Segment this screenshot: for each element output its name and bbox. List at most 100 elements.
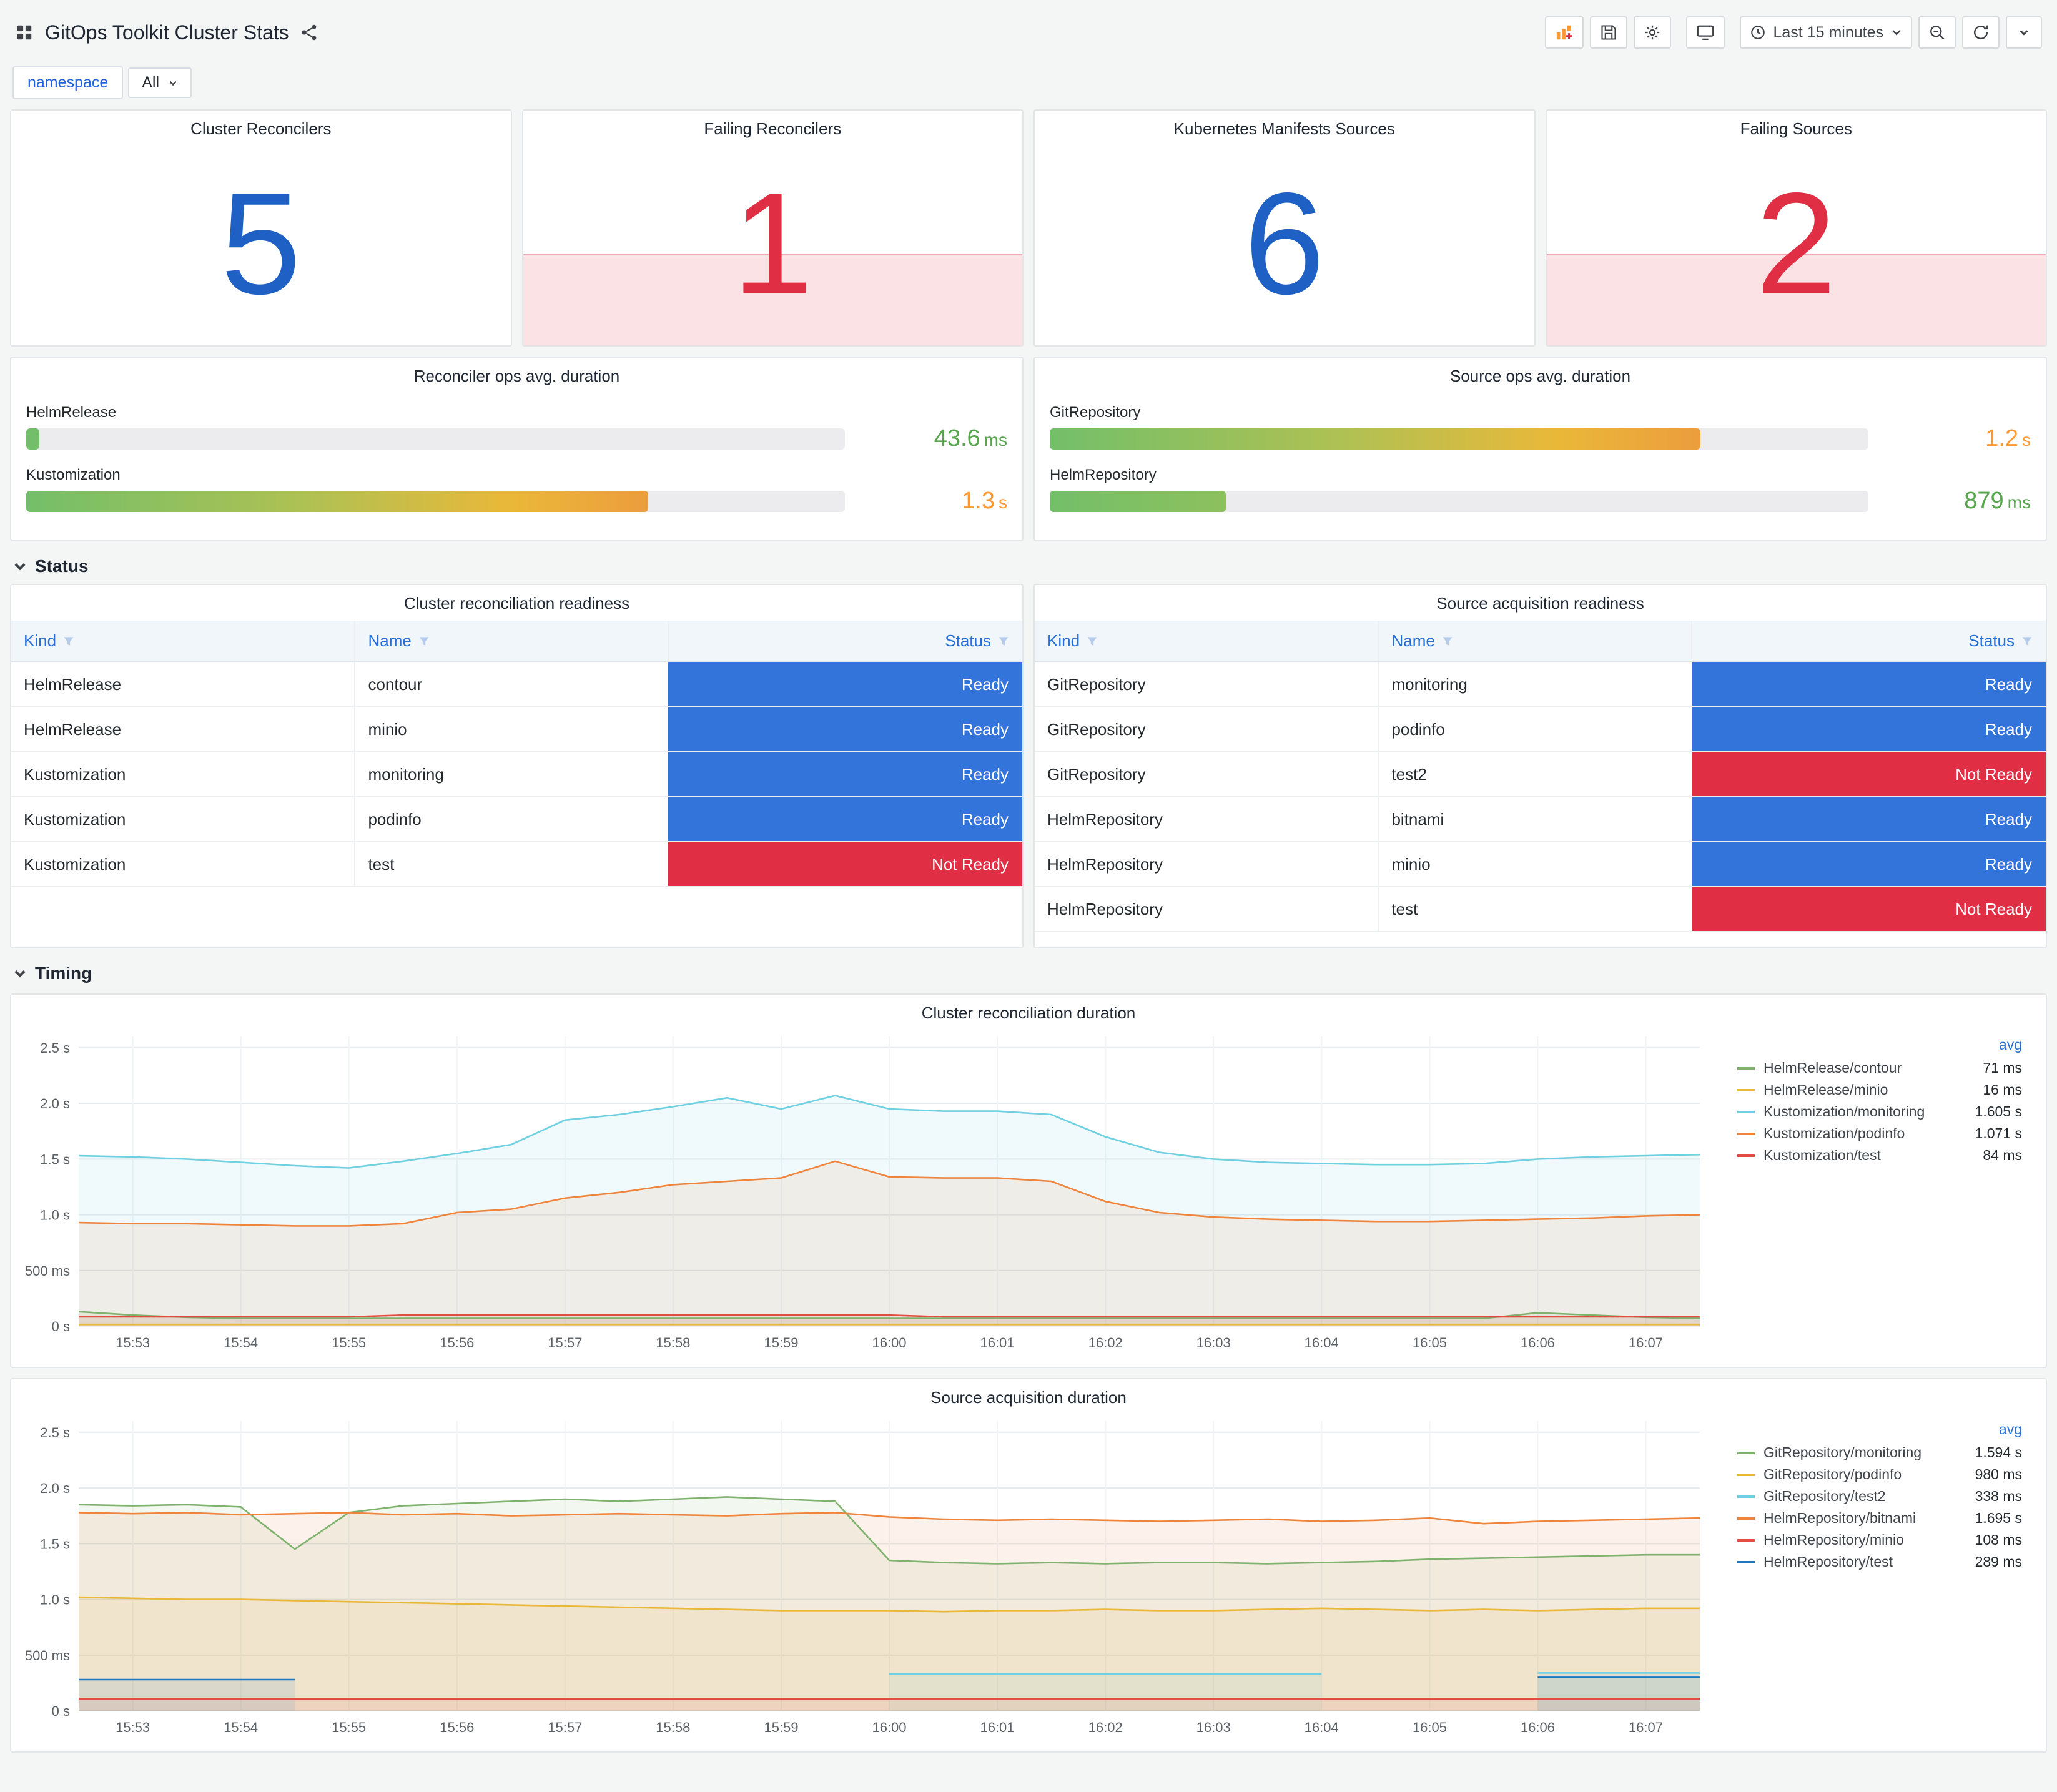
- caret-down-icon: [1891, 27, 1902, 38]
- series-name: HelmRelease/contour: [1763, 1060, 1902, 1076]
- legend-item[interactable]: GitRepository/test2 338 ms: [1737, 1485, 2022, 1507]
- cell-kind: HelmRelease: [11, 662, 355, 707]
- status-badge: Ready: [668, 707, 1022, 751]
- gauge-bar-label: Kustomization: [26, 466, 121, 483]
- column-header-status[interactable]: Status: [1691, 621, 2046, 662]
- svg-text:15:58: 15:58: [656, 1720, 690, 1735]
- gauge-bar-value: 879 ms: [1964, 488, 2031, 514]
- panel-title[interactable]: Cluster reconciliation duration: [11, 995, 2046, 1026]
- panel-title[interactable]: Cluster Reconcilers: [11, 111, 511, 142]
- filter-icon: [1443, 637, 1453, 646]
- readiness-table: Kind Name Status HelmRelease contour Rea…: [11, 621, 1022, 887]
- column-header-status[interactable]: Status: [668, 621, 1022, 662]
- gauge-bar: HelmRepository 879 ms: [1050, 466, 2031, 514]
- cell-name: minio: [354, 707, 669, 752]
- stat-value: 1: [732, 162, 813, 325]
- add-panel-icon: [1555, 23, 1574, 42]
- add-panel-button[interactable]: [1544, 16, 1584, 49]
- chart-legend: avg HelmRelease/contour 71 ms HelmReleas…: [1717, 1026, 2032, 1364]
- panel-title[interactable]: Source acquisition readiness: [1035, 585, 2046, 617]
- panel-title[interactable]: Reconciler ops avg. duration: [11, 358, 1022, 390]
- series-color-swatch: [1737, 1451, 1755, 1454]
- zoom-out-button[interactable]: [1918, 16, 1956, 49]
- panel-title[interactable]: Source ops avg. duration: [1035, 358, 2046, 390]
- cell-status: Ready: [1692, 797, 2046, 842]
- column-header-name[interactable]: Name: [1378, 621, 1692, 662]
- time-series-plot[interactable]: 0 s 500 ms 1.0 s 1.5 s 2.0 s 2.5 s 15:53 15:54 1…: [19, 1026, 1717, 1354]
- section-status[interactable]: Status: [12, 556, 2045, 576]
- series-avg-value: 16 ms: [1983, 1081, 2022, 1098]
- share-icon[interactable]: [300, 24, 318, 41]
- column-header-kind[interactable]: Kind: [1035, 621, 1379, 662]
- legend-item[interactable]: Kustomization/monitoring 1.605 s: [1737, 1101, 2022, 1123]
- series-color-swatch: [1737, 1132, 1755, 1135]
- gauge-bar-fill: [1050, 428, 1701, 450]
- series-avg-value: 108 ms: [1975, 1532, 2022, 1548]
- column-header-kind[interactable]: Kind: [11, 621, 355, 662]
- series-color-swatch: [1737, 1154, 1755, 1157]
- column-header-name[interactable]: Name: [354, 621, 669, 662]
- refresh-interval-button[interactable]: [2006, 16, 2042, 49]
- time-picker-button[interactable]: Last 15 minutes: [1739, 16, 1912, 49]
- namespace-select[interactable]: All: [128, 67, 192, 98]
- gauge-bar-fill: [1050, 490, 1226, 512]
- stat-panel: Failing Sources 2: [1545, 109, 2047, 347]
- cell-kind: Kustomization: [11, 842, 355, 887]
- caret-down-icon: [168, 78, 178, 88]
- series-color-swatch: [1737, 1473, 1755, 1476]
- series-name: HelmRepository/bitnami: [1763, 1510, 1916, 1526]
- legend-item[interactable]: Kustomization/podinfo 1.071 s: [1737, 1123, 2022, 1145]
- table-row: Kustomization podinfo Ready: [11, 797, 1022, 842]
- stats-row: Cluster Reconcilers 5 Failing Reconciler…: [10, 109, 2047, 347]
- legend-item[interactable]: HelmRelease/minio 16 ms: [1737, 1079, 2022, 1101]
- chart-panel: Cluster reconciliation duration 0 s 500 m…: [10, 993, 2047, 1368]
- svg-text:15:57: 15:57: [548, 1720, 582, 1735]
- legend-item[interactable]: HelmRepository/bitnami 1.695 s: [1737, 1507, 2022, 1529]
- legend-item[interactable]: HelmRelease/contour 71 ms: [1737, 1057, 2022, 1079]
- status-badge: Ready: [1692, 797, 2046, 841]
- refresh-button[interactable]: [1962, 16, 2000, 49]
- monitor-icon: [1696, 23, 1715, 42]
- panel-title[interactable]: Source acquisition duration: [11, 1379, 2046, 1411]
- chevron-down-icon: [14, 563, 26, 571]
- section-timing[interactable]: Timing: [12, 963, 2045, 983]
- svg-text:16:05: 16:05: [1413, 1335, 1447, 1351]
- save-dashboard-button[interactable]: [1589, 16, 1627, 49]
- legend-avg-header[interactable]: avg: [1737, 1421, 2022, 1438]
- svg-text:16:07: 16:07: [1629, 1335, 1663, 1351]
- series-name: GitRepository/test2: [1763, 1488, 1886, 1504]
- time-range-label: Last 15 minutes: [1773, 23, 1884, 41]
- svg-text:16:05: 16:05: [1413, 1720, 1447, 1735]
- legend-item[interactable]: GitRepository/podinfo 980 ms: [1737, 1464, 2022, 1485]
- tables-row: Cluster reconciliation readiness Kind Na…: [10, 584, 2047, 948]
- cell-status: Ready: [668, 707, 1022, 752]
- panel-title[interactable]: Failing Reconcilers: [523, 111, 1023, 142]
- svg-text:16:00: 16:00: [872, 1335, 906, 1351]
- series-color-swatch: [1737, 1560, 1755, 1563]
- svg-text:16:02: 16:02: [1088, 1335, 1123, 1351]
- cell-name: monitoring: [354, 752, 669, 797]
- panel-title[interactable]: Failing Sources: [1547, 111, 2046, 142]
- svg-text:16:07: 16:07: [1629, 1720, 1663, 1735]
- panel-title[interactable]: Kubernetes Manifests Sources: [1035, 111, 1534, 142]
- gauge-bar-track: [1050, 490, 1868, 512]
- legend-item[interactable]: HelmRepository/minio 108 ms: [1737, 1529, 2022, 1551]
- panel-title[interactable]: Cluster reconciliation readiness: [11, 585, 1022, 617]
- apps-grid-icon[interactable]: [15, 23, 34, 42]
- section-status-label: Status: [35, 556, 89, 576]
- gauge-bar: GitRepository 1.2 s: [1050, 404, 2031, 452]
- legend-item[interactable]: GitRepository/monitoring 1.594 s: [1737, 1442, 2022, 1464]
- legend-item[interactable]: Kustomization/test 84 ms: [1737, 1145, 2022, 1166]
- gauge-bar-label: HelmRelease: [26, 404, 117, 421]
- cell-kind: HelmRepository: [1035, 887, 1379, 932]
- legend-item[interactable]: HelmRepository/test 289 ms: [1737, 1551, 2022, 1573]
- cell-status: Ready: [1692, 707, 2046, 752]
- legend-avg-header[interactable]: avg: [1737, 1036, 2022, 1053]
- gauge-bar-value: 1.2 s: [1985, 425, 2031, 451]
- series-avg-value: 1.695 s: [1975, 1510, 2022, 1526]
- gauge-panel: Source ops avg. duration GitRepository 1…: [1033, 357, 2047, 541]
- dashboard-settings-button[interactable]: [1633, 16, 1671, 49]
- time-series-plot[interactable]: 0 s 500 ms 1.0 s 1.5 s 2.0 s 2.5 s 15:53 15:54 1…: [19, 1411, 1717, 1738]
- cycle-view-mode-button[interactable]: [1685, 16, 1725, 49]
- svg-text:15:59: 15:59: [764, 1720, 798, 1735]
